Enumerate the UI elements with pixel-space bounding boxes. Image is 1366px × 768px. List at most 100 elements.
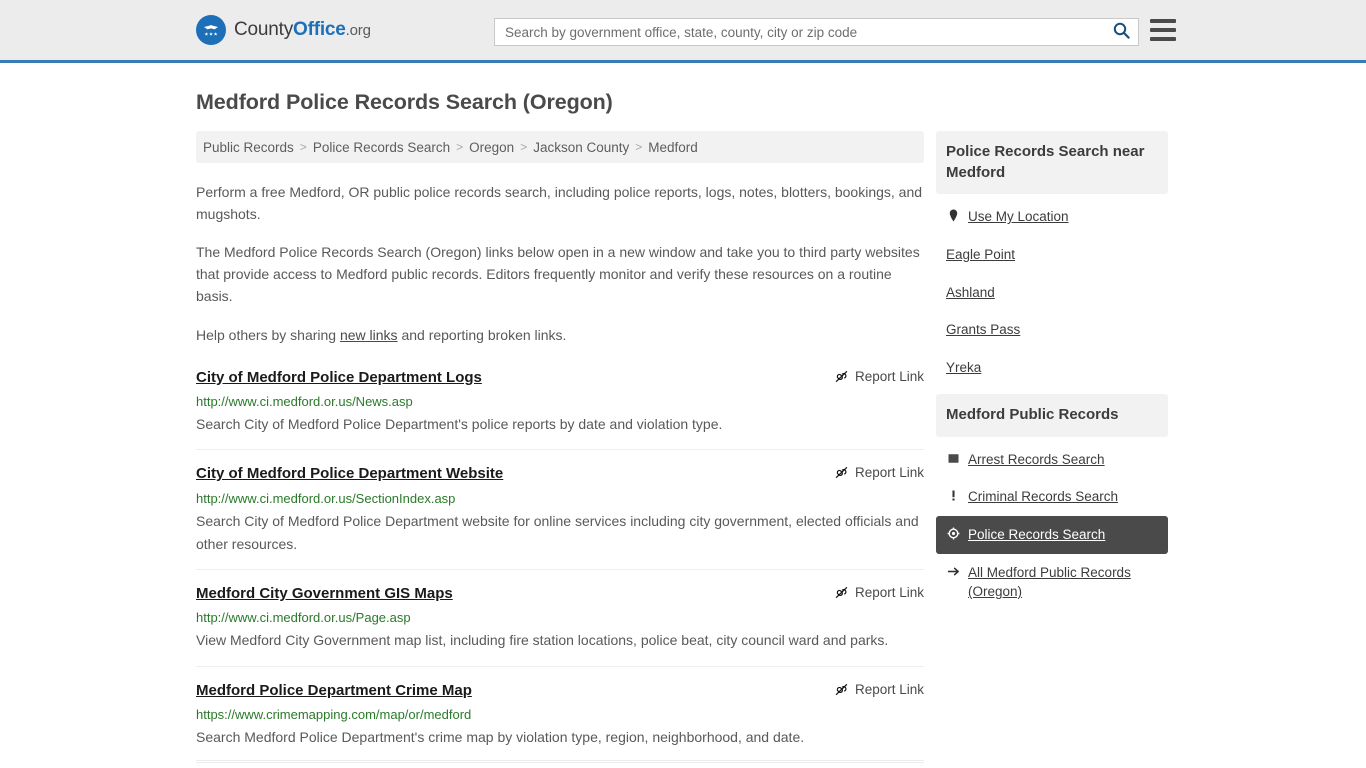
sidebar-item-police-records-search[interactable]: Police Records Search — [936, 516, 1168, 554]
sidebar-item-label: Eagle Point — [946, 246, 1016, 262]
breadcrumb-item-police-records-search[interactable]: Police Records Search — [313, 140, 450, 155]
report-link-button[interactable]: Report Link — [835, 465, 924, 480]
intro-paragraph-3: Help others by sharing new links and rep… — [196, 324, 924, 346]
sidebar-public-records-list: Arrest Records Search Criminal Records Se… — [936, 437, 1168, 611]
search-button[interactable] — [1104, 19, 1138, 45]
exclamation-icon — [946, 489, 960, 502]
sidebar-item-ashland[interactable]: Ashland — [936, 274, 1168, 312]
sidebar-public-records-heading: Medford Public Records — [936, 394, 1168, 437]
sidebar-item-criminal-records-search[interactable]: Criminal Records Search — [936, 478, 1168, 516]
sidebar-list-item: Police Records Search — [936, 516, 1168, 554]
search-bar[interactable] — [494, 18, 1139, 46]
site-header: CountyOffice.org — [0, 0, 1366, 63]
result-item: City of Medford Police Department Websit… — [196, 464, 924, 570]
sidebar-public-records-box: Medford Public Records Arrest Records Se… — [936, 394, 1168, 611]
result-url[interactable]: https://www.crimemapping.com/map/or/medf… — [196, 707, 924, 722]
intro-text: Perform a free Medford, OR public police… — [196, 181, 924, 346]
result-title-link[interactable]: Medford City Government GIS Maps — [196, 584, 453, 604]
result-header: Medford City Government GIS Maps Report L… — [196, 584, 924, 604]
result-header: Medford Police Department Crime Map Repor… — [196, 681, 924, 701]
sidebar-item-label: Criminal Records Search — [968, 489, 1119, 505]
search-input[interactable] — [495, 19, 1104, 45]
sidebar-item-arrest-records-search[interactable]: Arrest Records Search — [936, 441, 1168, 479]
intro-p3-before: Help others by sharing — [196, 326, 340, 343]
broken-link-icon — [835, 370, 848, 383]
sidebar-near-list: Use My Location Eagle Point Ashland Grants … — [936, 194, 1168, 386]
report-link-label: Report Link — [854, 681, 924, 697]
report-link-button[interactable]: Report Link — [835, 585, 924, 600]
breadcrumb-item-jackson-county[interactable]: Jackson County — [533, 140, 629, 155]
sidebar-item-all-medford-public-records-oregon-[interactable]: All Medford Public Records (Oregon) — [936, 554, 1168, 611]
report-link-button[interactable]: Report Link — [835, 369, 924, 384]
results-list: City of Medford Police Department Logs Re… — [196, 368, 924, 764]
result-title-link[interactable]: City of Medford Police Department Websit… — [196, 464, 503, 484]
page-title: Medford Police Records Search (Oregon) — [196, 90, 613, 114]
result-url[interactable]: http://www.ci.medford.or.us/News.asp — [196, 394, 924, 409]
result-title-link[interactable]: City of Medford Police Department Logs — [196, 368, 482, 388]
new-links-link[interactable]: new links — [340, 327, 398, 343]
search-icon — [1113, 22, 1130, 42]
broken-link-icon — [835, 466, 848, 479]
sidebar-item-label: Arrest Records Search — [968, 451, 1105, 467]
sidebar-item-label: All Medford Public Records (Oregon) — [968, 564, 1131, 600]
sidebar-list-item: Yreka — [936, 349, 1168, 387]
result-description: Search City of Medford Police Department… — [196, 512, 919, 552]
page-container: Medford Police Records Search (Oregon) P… — [0, 90, 1366, 768]
sidebar-list-item: Ashland — [936, 274, 1168, 312]
sidebar-item-label: Ashland — [946, 284, 995, 300]
hamburger-menu-icon[interactable] — [1150, 19, 1176, 41]
site-logo[interactable]: CountyOffice.org — [196, 15, 371, 45]
breadcrumb-item-oregon[interactable]: Oregon — [469, 140, 514, 155]
bottom-divider — [196, 760, 924, 761]
sidebar-item-label: Grants Pass — [946, 322, 1021, 338]
map-pin-icon — [946, 209, 960, 222]
arrow-right-icon — [946, 565, 960, 578]
site-logo-text: CountyOffice.org — [234, 19, 371, 41]
hamburger-bar — [1150, 19, 1176, 23]
report-link-label: Report Link — [854, 584, 924, 600]
result-item: Medford Police Department Crime Map Repor… — [196, 681, 924, 764]
result-title-link[interactable]: Medford Police Department Crime Map — [196, 681, 472, 701]
sidebar-list-item: Criminal Records Search — [936, 478, 1168, 516]
logo-text-office: Office — [293, 19, 346, 40]
broken-link-icon — [835, 586, 848, 599]
intro-p3-after: and reporting broken links. — [397, 326, 567, 343]
main-column: Public Records > Police Records Search > Ore… — [196, 131, 924, 768]
result-url[interactable]: http://www.ci.medford.or.us/Page.asp — [196, 610, 924, 625]
report-link-label: Report Link — [854, 368, 924, 384]
breadcrumb-separator: > — [456, 140, 464, 154]
sidebar-list-item: All Medford Public Records (Oregon) — [936, 554, 1168, 611]
briefcase-icon — [946, 452, 960, 465]
logo-text-county: County — [234, 19, 294, 40]
target-crosshair-icon — [946, 527, 960, 540]
result-header: City of Medford Police Department Logs Re… — [196, 368, 924, 388]
sidebar-list-item: Arrest Records Search — [936, 441, 1168, 479]
result-description: View Medford City Government map list, i… — [196, 632, 889, 649]
breadcrumb-item-medford[interactable]: Medford — [648, 140, 698, 155]
eagle-emblem-icon — [196, 15, 226, 45]
sidebar-item-label: Police Records Search — [968, 527, 1106, 542]
report-link-label: Report Link — [854, 465, 924, 481]
hamburger-bar — [1150, 37, 1176, 41]
result-item: City of Medford Police Department Logs Re… — [196, 368, 924, 451]
sidebar-item-yreka[interactable]: Yreka — [936, 349, 1168, 387]
sidebar-item-grants-pass[interactable]: Grants Pass — [936, 311, 1168, 349]
sidebar-item-label: Yreka — [946, 359, 982, 375]
result-url[interactable]: http://www.ci.medford.or.us/SectionIndex… — [196, 491, 924, 506]
sidebar-near-box: Police Records Search near Medford Use M… — [936, 131, 1168, 386]
intro-paragraph-1: Perform a free Medford, OR public police… — [196, 184, 923, 223]
hamburger-bar — [1150, 28, 1176, 32]
sidebar-item-label: Use My Location — [968, 209, 1069, 225]
report-link-button[interactable]: Report Link — [835, 682, 924, 697]
breadcrumb-separator: > — [635, 140, 643, 154]
sidebar: Police Records Search near Medford Use M… — [936, 131, 1168, 619]
result-description: Search Medford Police Department's crime… — [196, 729, 805, 746]
sidebar-list-item: Use My Location — [936, 198, 1168, 236]
breadcrumb-item-public-records[interactable]: Public Records — [203, 140, 294, 155]
sidebar-item-use-my-location[interactable]: Use My Location — [936, 198, 1168, 236]
result-description: Search City of Medford Police Department… — [196, 416, 723, 433]
broken-link-icon — [835, 683, 848, 696]
sidebar-item-eagle-point[interactable]: Eagle Point — [936, 236, 1168, 274]
sidebar-list-item: Eagle Point — [936, 236, 1168, 274]
breadcrumb-separator: > — [299, 140, 307, 154]
